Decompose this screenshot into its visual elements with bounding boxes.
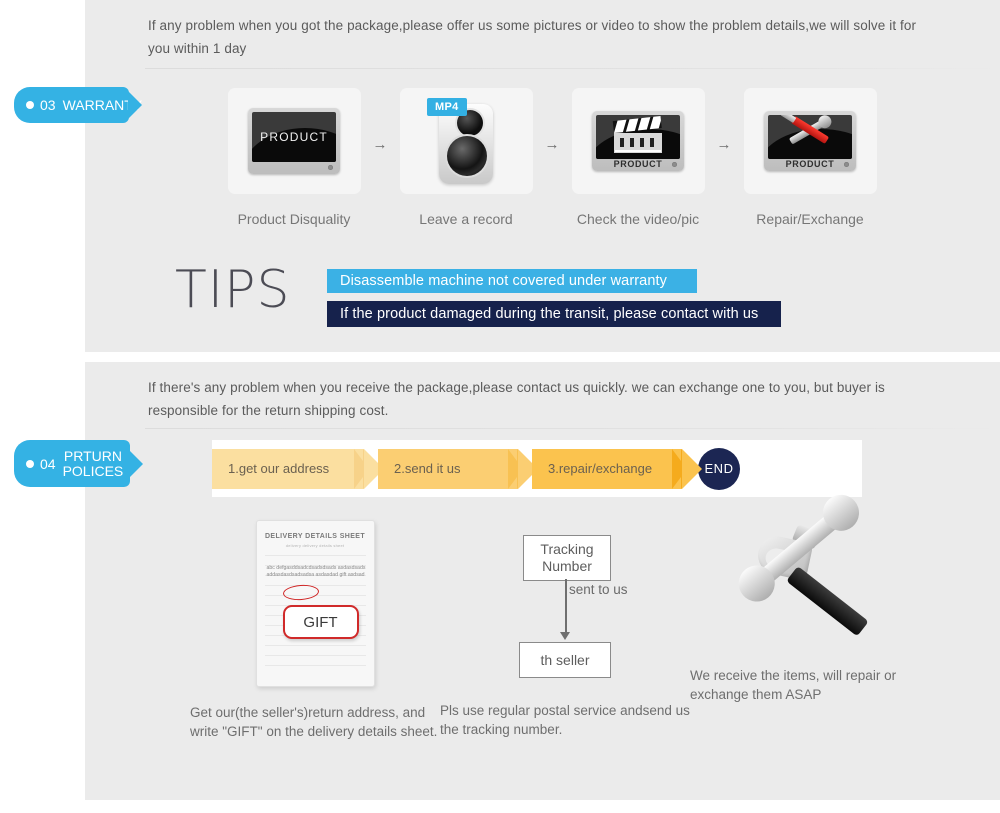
screwdriver-wrench-icon	[784, 116, 836, 154]
step-check-the-video: PRODUCT Check the video/pic	[569, 88, 707, 227]
mp4-tag: MP4	[427, 98, 467, 116]
sheet-body-text: abc defgasddsadcdsadsdsads asdasdsadsadd…	[266, 565, 366, 579]
column-repair-exchange: We receive the items, will repair or exc…	[690, 504, 940, 741]
tip-line-2: If the product damaged during the transi…	[327, 301, 781, 327]
column-caption: Get our(the seller's)return address, and…	[190, 705, 438, 739]
clapperboard-monitor-icon: PRODUCT	[592, 111, 684, 171]
wrench-jaw-icon	[860, 540, 873, 553]
column-delivery-sheet: DELIVERY DETAILS SHEET delivery delivery…	[190, 520, 440, 741]
tracking-number-box: Tracking Number	[523, 535, 611, 581]
process-step-label: 3.repair/exchange	[548, 461, 653, 476]
monitor-base-label: PRODUCT	[785, 159, 835, 169]
process-step-3: 3.repair/exchange	[532, 448, 702, 489]
flow-arrow-icon: →	[716, 136, 732, 153]
tracking-number-diagram: Tracking Number sent to us th seller	[495, 520, 635, 685]
column-tracking-number: Tracking Number sent to us th seller Pls…	[440, 520, 690, 741]
seller-box: th seller	[519, 642, 611, 678]
flow-arrow-icon: →	[372, 136, 388, 153]
arrow-tip-icon	[682, 448, 702, 489]
flow-arrow-icon: →	[544, 136, 560, 153]
step-leave-a-record: MP4 Leave a record	[397, 88, 535, 227]
process-step-label: 2.send it us	[394, 461, 461, 476]
bullet-dot-icon	[26, 459, 34, 468]
hammer-handle-icon	[786, 566, 869, 637]
tools-monitor-icon: PRODUCT	[764, 111, 856, 171]
sheet-subtitle: delivery delivery details sheet	[285, 543, 345, 548]
returns-columns: DELIVERY DETAILS SHEET delivery delivery…	[190, 504, 950, 741]
tips-heading: TIPS	[175, 260, 291, 320]
tip-line-1: Disassemble machine not covered under wa…	[327, 269, 697, 293]
camera-icon: MP4	[427, 98, 501, 184]
step-card: MP4	[399, 88, 533, 194]
step-product-disquality: PRODUCT Product Disquality	[225, 88, 363, 227]
step-card: PRODUCT	[227, 88, 361, 194]
gift-callout: GIFT	[282, 605, 359, 639]
returns-badge-label: PRTURN POLICES	[62, 447, 124, 479]
warranty-steps-row: PRODUCT Product Disquality → MP4 Leave a…	[225, 88, 1000, 227]
delivery-details-sheet-icon: DELIVERY DETAILS SHEET delivery delivery…	[255, 520, 375, 687]
monitor-led-icon	[844, 162, 849, 167]
column-caption: Pls use regular postal service andsend u…	[440, 703, 690, 737]
step-repair-exchange: PRODUCT Repair/Exchange	[741, 88, 879, 227]
bullet-dot-icon	[26, 101, 34, 109]
step-caption: Leave a record	[419, 211, 513, 227]
step-card: PRODUCT	[743, 88, 877, 194]
clapperboard-icon	[612, 116, 662, 153]
monitor-base-label: PRODUCT	[613, 159, 663, 169]
diagram-arrowhead-icon	[560, 632, 570, 640]
returns-badge-number: 04	[40, 455, 56, 472]
step-caption: Repair/Exchange	[756, 211, 864, 227]
step-card: PRODUCT	[571, 88, 705, 194]
monitor-screen-label: PRODUCT	[260, 130, 328, 144]
warranty-badge-number: 03	[40, 97, 56, 113]
warranty-divider	[145, 68, 1000, 69]
returns-intro-text: If there's any problem when you receive …	[148, 380, 885, 418]
wrench-jaw-icon	[748, 616, 761, 629]
diagram-edge-label: sent to us	[569, 582, 628, 597]
monitor-product-icon: PRODUCT	[248, 108, 340, 174]
step-caption: Product Disquality	[237, 211, 351, 227]
monitor-led-icon	[672, 162, 677, 167]
process-step-2: 2.send it us	[378, 448, 538, 489]
end-badge: END	[698, 447, 740, 490]
monitor-led-icon	[328, 165, 333, 170]
returns-badge: 04 PRTURN POLICES	[14, 440, 130, 487]
column-caption: We receive the items, will repair or exc…	[690, 668, 897, 702]
diagram-connector-line	[565, 579, 567, 635]
process-step-label: 1.get our address	[228, 461, 330, 476]
hammer-wrench-icon	[740, 504, 890, 650]
step-caption: Check the video/pic	[576, 211, 700, 227]
product-policy-page: If any problem when you got the package,…	[0, 0, 1000, 813]
returns-badge-label-line1: PRTURN	[63, 447, 122, 464]
red-circle-annotation-icon	[282, 583, 319, 602]
sheet-title: DELIVERY DETAILS SHEET	[264, 533, 366, 540]
warranty-badge: 03 WARRANTY	[14, 87, 142, 123]
return-process-strip: 1.get our address 2.send it us 3.repair/…	[212, 440, 862, 497]
warranty-badge-label: WARRANTY	[62, 96, 143, 113]
returns-divider	[145, 428, 1000, 429]
process-step-1: 1.get our address	[212, 448, 384, 489]
returns-badge-label-line2: POLICES	[62, 462, 124, 479]
camera-large-lens-icon	[447, 136, 487, 176]
warranty-intro-text: If any problem when you got the package,…	[148, 18, 917, 56]
